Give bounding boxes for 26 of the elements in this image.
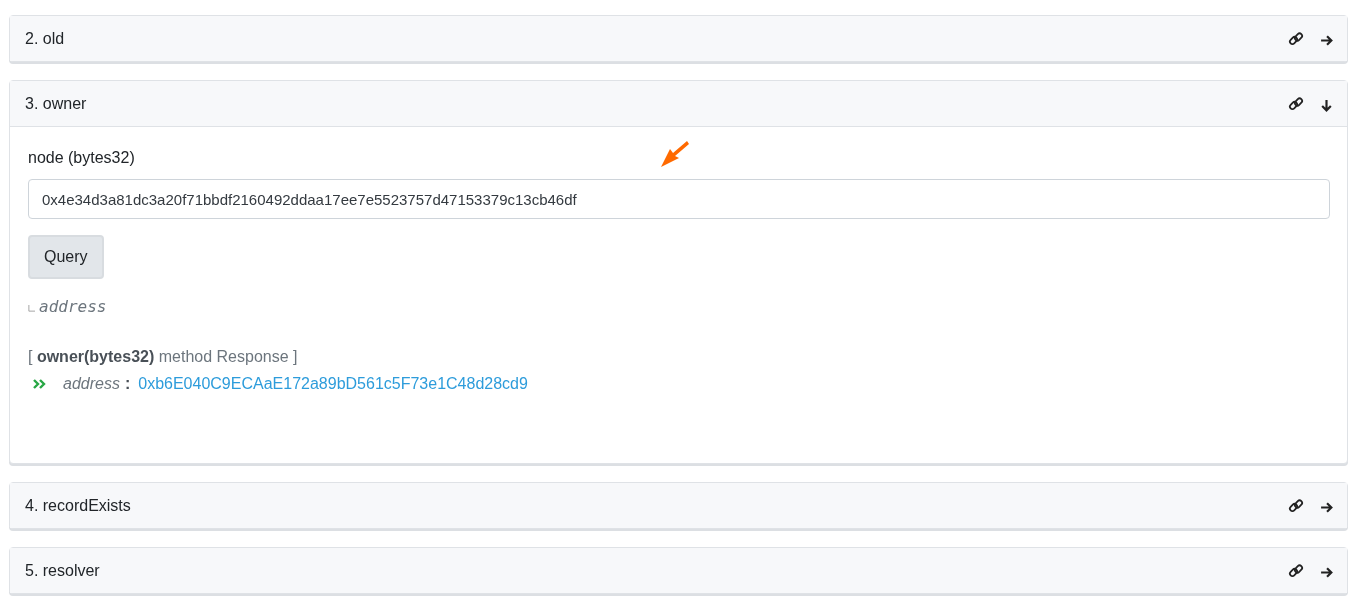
method-title: 5. resolver: [25, 561, 100, 580]
card-header[interactable]: 2. old: [10, 16, 1347, 61]
link-icon[interactable]: [1288, 95, 1304, 112]
method-title: 3. owner: [25, 94, 87, 113]
link-icon[interactable]: [1288, 497, 1304, 514]
arrow-right-icon[interactable]: [1320, 500, 1333, 514]
response-param: address: [63, 375, 120, 393]
card-header[interactable]: 4. recordExists: [10, 483, 1347, 528]
card-header[interactable]: 5. resolver: [10, 548, 1347, 593]
query-button[interactable]: Query: [28, 235, 104, 279]
annotation-arrow-icon: [659, 139, 689, 169]
link-icon[interactable]: [1288, 562, 1304, 579]
separator: :: [124, 375, 131, 393]
arrow-down-icon[interactable]: [1320, 98, 1333, 112]
arrow-right-icon[interactable]: [1320, 33, 1333, 47]
response-heading: [ owner(bytes32) method Response ]: [28, 348, 299, 366]
input-field[interactable]: 0x4e34d3a81dc3a20f71bbdf2160492ddaa17ee7e5523757d47153379c13cb46df: [28, 179, 1330, 219]
link-icon[interactable]: [1288, 30, 1304, 47]
double-chevron-icon: [33, 379, 47, 389]
output-type: address: [39, 297, 107, 316]
corner-icon: [28, 305, 35, 312]
field-label: node (bytes32): [28, 149, 135, 167]
arrow-right-icon[interactable]: [1320, 565, 1333, 579]
method-title: 2. old: [25, 29, 65, 48]
card-header[interactable]: 3. owner: [10, 81, 1347, 127]
method-title: 4. recordExists: [25, 496, 131, 515]
